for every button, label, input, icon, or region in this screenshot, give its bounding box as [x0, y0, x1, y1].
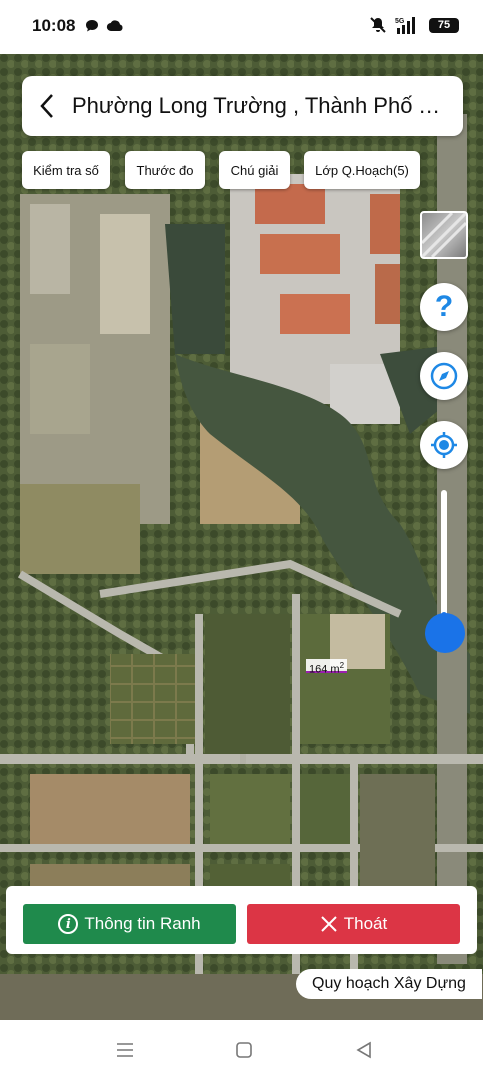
status-system-icons: 5G 75 — [369, 16, 459, 34]
status-time: 10:08 — [32, 16, 76, 35]
back-button[interactable] — [22, 76, 72, 136]
zoom-slider-track[interactable] — [441, 490, 447, 630]
parcel-area-value: 164 m — [309, 663, 340, 676]
legend-button[interactable]: Chú giải — [219, 151, 290, 189]
home-icon — [236, 1042, 252, 1058]
parcel-area-label[interactable]: 164 m2 — [306, 659, 348, 676]
exit-button[interactable]: Thoát — [247, 904, 460, 944]
chevron-left-icon — [40, 94, 53, 118]
signal-icon: 5G — [395, 17, 415, 34]
home-nav-button[interactable] — [232, 1038, 256, 1062]
location-title: Phường Long Trường , Thành Phố Thủ Đức — [72, 93, 452, 118]
back-nav-button[interactable] — [352, 1038, 376, 1062]
parcel-area-unit-sup: 2 — [339, 661, 345, 670]
menu-nav-button[interactable] — [113, 1038, 137, 1062]
boundary-info-label: Thông tin Ranh — [84, 914, 201, 933]
help-icon: ? — [434, 290, 454, 323]
status-notification-icons — [84, 18, 124, 34]
zoom-slider-thumb[interactable] — [425, 613, 465, 653]
layer-thumbnail-icon — [422, 213, 466, 257]
info-icon: i — [58, 914, 79, 934]
battery-indicator: 75 — [429, 17, 459, 33]
location-header: Phường Long Trường , Thành Phố Thủ Đức — [22, 76, 463, 136]
check-number-button[interactable]: Kiểm tra số — [22, 151, 110, 189]
ruler-button[interactable]: Thước đo — [125, 151, 205, 189]
chat-bubble-icon — [86, 20, 98, 32]
help-button[interactable]: ? — [420, 283, 468, 331]
back-icon — [356, 1041, 371, 1059]
map-type-caption: Quy hoạch Xây Dựng — [296, 969, 482, 999]
exit-label: Thoát — [343, 914, 388, 933]
system-nav-bar — [0, 1020, 483, 1080]
my-location-button[interactable] — [420, 421, 468, 469]
layer-thumbnail-button[interactable] — [420, 211, 468, 259]
compass-icon — [430, 362, 458, 390]
planning-layer-button[interactable]: Lớp Q.Hoạch(5) — [304, 151, 420, 189]
satellite-imagery — [0, 54, 483, 1020]
cloud-icon — [106, 20, 123, 32]
my-location-icon — [431, 432, 457, 458]
menu-icon — [117, 1043, 133, 1057]
status-bar: 10:08 5G 75 — [0, 0, 483, 54]
compass-button[interactable] — [420, 352, 468, 400]
boundary-info-button[interactable]: i Thông tin Ranh — [23, 904, 236, 944]
svg-text:5G: 5G — [395, 18, 405, 25]
close-icon — [321, 916, 337, 932]
mute-bell-icon — [370, 17, 386, 33]
satellite-map[interactable]: 164 m2 — [0, 54, 483, 1020]
